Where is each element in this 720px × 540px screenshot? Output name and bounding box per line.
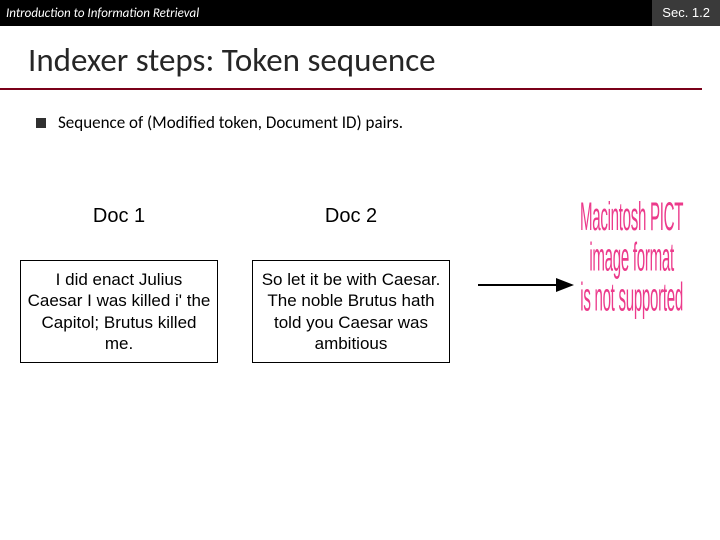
doc-column: Doc 2 So let it be with Caesar. The nobl… bbox=[252, 205, 450, 363]
header-bar: Introduction to Information Retrieval Se… bbox=[0, 0, 720, 26]
arrow-shaft bbox=[478, 284, 556, 287]
pict-line: is not supported bbox=[580, 277, 683, 317]
doc-column: Doc 1 I did enact Julius Caesar I was ki… bbox=[20, 205, 218, 363]
doc-text-box: So let it be with Caesar. The noble Brut… bbox=[252, 260, 450, 363]
doc-label: Doc 2 bbox=[325, 205, 377, 228]
pict-placeholder: Macintosh PICT image format is not suppo… bbox=[580, 196, 683, 317]
header-section-tag: Sec. 1.2 bbox=[652, 0, 720, 26]
arrow-head-icon bbox=[556, 278, 574, 292]
arrow-icon bbox=[478, 278, 576, 292]
bullet-square-icon bbox=[36, 118, 46, 128]
bullet-text: Sequence of (Modified token, Document ID… bbox=[58, 112, 403, 133]
pict-line: Macintosh PICT bbox=[580, 196, 683, 236]
pict-line: image format bbox=[580, 236, 683, 276]
doc-label: Doc 1 bbox=[93, 205, 145, 228]
bullet-item: Sequence of (Modified token, Document ID… bbox=[0, 90, 720, 133]
slide-title: Indexer steps: Token sequence bbox=[0, 26, 702, 90]
doc-text-box: I did enact Julius Caesar I was killed i… bbox=[20, 260, 218, 363]
header-course-title: Introduction to Information Retrieval bbox=[6, 6, 199, 21]
